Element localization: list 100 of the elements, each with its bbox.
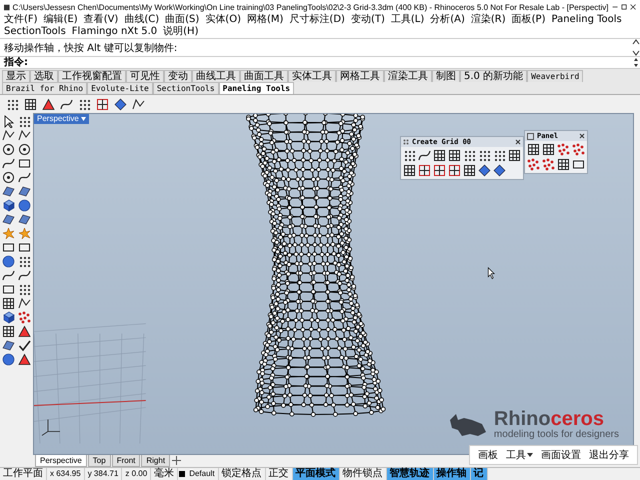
status-toggle[interactable]: 记 [470,468,488,480]
viewport-tab[interactable]: Perspective [35,455,87,467]
rectangle-icon[interactable] [2,241,15,254]
status-toggle[interactable]: 智慧轨迹 [386,468,434,480]
surface-icon[interactable] [2,185,15,198]
menu-item[interactable]: 分析(A) [430,14,465,26]
menu-item[interactable]: 说明(H) [163,26,198,38]
status-toggle[interactable]: 锁定格点 [218,468,266,480]
polyline-icon[interactable] [132,98,145,110]
grid-icon[interactable] [527,143,540,156]
toolbar-tab[interactable]: Brazil for Rhino [2,82,88,94]
dots-icon[interactable] [403,149,416,162]
dots-icon[interactable] [18,255,31,268]
dots-icon[interactable] [478,149,491,162]
maximize-icon[interactable] [620,2,627,12]
menu-item[interactable]: 编辑(E) [44,14,78,26]
triangle-icon[interactable] [18,353,31,366]
grid-icon[interactable] [463,164,476,177]
grid-icon[interactable] [448,149,461,162]
cursor-icon[interactable] [2,115,15,128]
grid-icon[interactable] [24,98,37,110]
toolbar-tab[interactable]: Weaverbird [527,70,584,82]
grid-icon[interactable] [433,149,446,162]
rectangle-icon[interactable] [18,157,31,170]
toolbar-tab[interactable]: 制图 [432,70,460,82]
grip-icon[interactable] [403,139,409,145]
menu-item[interactable]: 工具(L) [390,14,424,26]
grid-icon[interactable] [542,143,555,156]
cube-icon[interactable] [2,199,15,212]
check-icon[interactable] [18,339,31,352]
menu-item[interactable]: 文件(F) [4,14,38,26]
curve-icon[interactable] [2,157,15,170]
triangle-icon[interactable] [18,325,31,338]
surface-icon[interactable] [18,213,31,226]
toolbar-tab[interactable]: 渲染工具 [384,70,432,82]
points-icon[interactable] [527,158,540,171]
rectangle-icon[interactable] [572,158,585,171]
grid-icon[interactable] [96,98,109,110]
curve-icon[interactable] [18,171,31,184]
menu-item[interactable]: Paneling Tools [552,14,622,26]
dots-icon[interactable] [6,98,19,110]
circle-icon[interactable] [2,171,15,184]
dots-icon[interactable] [18,115,31,128]
toolbar-tab[interactable]: 选取 [30,70,58,82]
viewport-tab[interactable]: Front [112,455,140,467]
dots-icon[interactable] [18,283,31,296]
cube-icon[interactable] [2,311,15,324]
sphere-icon[interactable] [18,199,31,212]
spin-arrows-icon[interactable] [632,57,640,68]
surface-icon[interactable] [2,213,15,226]
grid-icon[interactable] [508,149,521,162]
points-icon[interactable] [18,311,31,324]
rectangle-icon[interactable] [18,241,31,254]
grid-icon[interactable] [418,164,431,177]
menu-item[interactable]: 尺寸标注(D) [289,14,345,26]
dots-icon[interactable] [78,98,91,110]
menu-item[interactable]: 曲面(S) [165,14,200,26]
toolbar-tab[interactable]: 曲面工具 [240,70,288,82]
points-icon[interactable] [572,143,585,156]
close-icon[interactable] [630,2,636,12]
polyline-icon[interactable] [18,297,31,310]
toolbar-tab[interactable]: 实体工具 [288,70,336,82]
viewport-title[interactable]: Perspective [34,114,89,124]
sphere-icon[interactable] [2,255,15,268]
toolbar-tab[interactable]: 网格工具 [336,70,384,82]
toolbar-tab[interactable]: 工作视窗配置 [58,70,126,82]
curve-icon[interactable] [418,149,431,162]
toolbar-tab[interactable]: Paneling Tools [218,82,294,94]
status-toggle[interactable]: 平面模式 [292,468,340,480]
grid-icon[interactable] [2,297,15,310]
points-icon[interactable] [557,143,570,156]
sphere-icon[interactable] [2,353,15,366]
toolbar-tab[interactable]: 可见性 [126,70,164,82]
diamond-icon[interactable] [114,98,127,110]
menu-item[interactable]: 渲染(R) [470,14,506,26]
menu-item[interactable]: 实体(O) [205,14,241,26]
surface-icon[interactable] [2,339,15,352]
viewport-tab[interactable]: Top [88,455,111,467]
curve-icon[interactable] [18,269,31,282]
status-toggle[interactable]: 操作轴 [434,468,471,480]
toolbar-tab[interactable]: 5.0 的新功能 [460,70,528,82]
burst-icon[interactable] [2,227,15,240]
toolbar-tab[interactable]: SectionTools [152,82,219,94]
grid-icon[interactable] [557,158,570,171]
polyline-icon[interactable] [2,129,15,142]
dots-icon[interactable] [493,149,506,162]
menu-item[interactable]: Flamingo nXt 5.0 [72,26,158,38]
toolbar-tab[interactable]: 变动 [164,70,192,82]
toolbar-tab[interactable]: 曲线工具 [192,70,240,82]
grid-icon[interactable] [2,325,15,338]
close-icon[interactable] [579,133,585,139]
menu-item[interactable]: 网格(M) [246,14,284,26]
menu-item[interactable]: SectionTools [4,26,66,38]
menu-item[interactable]: 查看(V) [84,14,118,26]
grid-icon[interactable] [448,164,461,177]
layer-selector[interactable]: Default [186,468,219,480]
triangle-icon[interactable] [42,98,55,110]
menu-item[interactable]: 曲线(C) [124,14,160,26]
menu-item[interactable]: 面板(P) [512,14,546,26]
diamond-icon[interactable] [478,164,491,177]
